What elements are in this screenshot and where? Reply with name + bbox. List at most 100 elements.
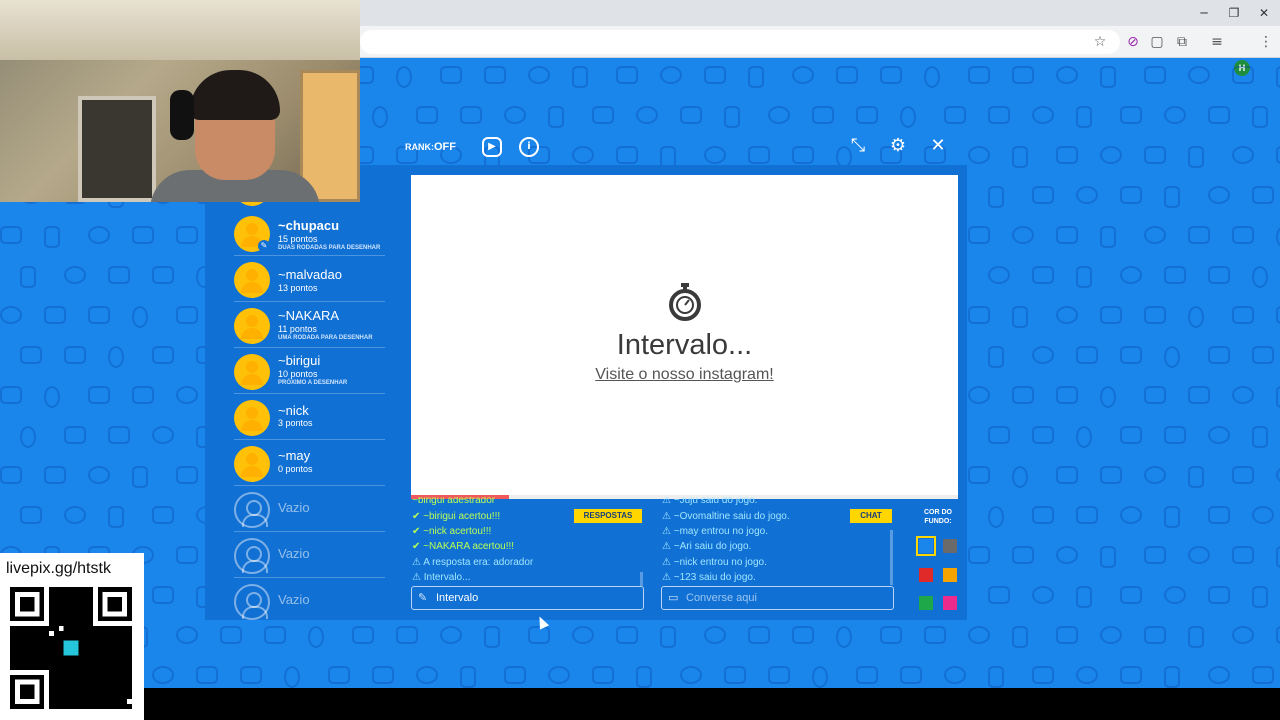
doodle-icon (484, 626, 500, 648)
doodle-icon (856, 666, 878, 684)
player-row[interactable]: ~NAKARA 11 pontos UMA RODADA PARA DESENH… (234, 302, 385, 348)
browser-menu-icon[interactable]: ⋮ (1256, 32, 1276, 52)
chat-tab-button[interactable]: CHAT (850, 509, 892, 523)
restore-button[interactable]: ❐ (1220, 5, 1248, 21)
doodle-icon (44, 466, 66, 484)
webcam-overlay (0, 0, 360, 202)
interval-title: Intervalo... (616, 329, 753, 361)
settings-gear-icon[interactable]: ⚙ (887, 135, 909, 157)
fullscreen-icon[interactable]: ⤡ (847, 135, 869, 157)
doodle-icon (440, 626, 462, 644)
answer-line: ~birigui adestrador (412, 497, 496, 506)
doodle-icon (1276, 626, 1280, 644)
doodle-icon (416, 106, 438, 124)
empty-slot-label: Vazio (278, 592, 310, 607)
doodle-icon (64, 346, 86, 364)
color-swatch-orange[interactable] (943, 568, 957, 582)
color-swatch-pink[interactable] (943, 596, 957, 610)
answers-tab-button[interactable]: RESPOSTAS (574, 509, 642, 523)
doodle-icon (20, 346, 42, 364)
player-row[interactable]: ✎ ~chupacu 15 pontos DUAS RODADAS PARA D… (234, 210, 385, 256)
doodle-icon (900, 106, 916, 128)
doodle-icon (1120, 666, 1142, 684)
doodle-icon (64, 506, 86, 524)
player-name: ~nick (278, 403, 309, 418)
drawing-board[interactable]: Intervalo... Visite o nosso instagram! (411, 175, 958, 495)
doodle-icon (1144, 386, 1166, 404)
doodle-icon (988, 506, 1004, 528)
info-icon[interactable]: i (519, 137, 539, 157)
doodle-icon (1208, 186, 1230, 204)
doodle-icon (284, 666, 300, 688)
bookmark-star-icon[interactable]: ☆ (1090, 32, 1110, 52)
color-swatch-red[interactable] (919, 568, 933, 582)
streamer (150, 70, 320, 202)
player-avatar (234, 308, 270, 344)
doodle-icon (1032, 506, 1054, 524)
doodle-icon (768, 666, 790, 684)
player-row[interactable]: ~birigui 10 pontos PRÓXIMO A DESENHAR (234, 348, 385, 394)
doodle-icon (1056, 146, 1078, 164)
doodle-icon (1120, 266, 1142, 284)
headset-icon (170, 90, 194, 140)
puzzle-extensions-icon[interactable]: ⧉ (1172, 32, 1192, 52)
doodle-icon (616, 146, 638, 164)
player-points: 15 pontos (278, 234, 318, 244)
rank-status[interactable]: RANK:OFF (405, 141, 456, 153)
extension-icon[interactable]: ▢ (1147, 32, 1167, 52)
doodle-icon (968, 386, 990, 404)
minimize-button[interactable]: ─ (1190, 5, 1218, 21)
close-game-icon[interactable]: ✕ (927, 135, 949, 157)
answers-scrollbar[interactable] (640, 572, 643, 586)
player-points: 10 pontos (278, 369, 318, 379)
doodle-icon (748, 66, 764, 88)
player-row[interactable]: ~nick 3 pontos (234, 394, 385, 440)
doodle-icon (616, 66, 638, 84)
player-points: 0 pontos (278, 464, 313, 474)
doodle-icon (1056, 306, 1078, 324)
doodle-icon (968, 466, 990, 484)
player-points: 11 pontos (278, 324, 317, 334)
chat-line: ⚠ ~Ari saiu do jogo. (662, 541, 752, 552)
doodle-icon (308, 626, 324, 648)
instagram-link[interactable]: Visite o nosso instagram! (411, 366, 958, 384)
doodle-icon (968, 226, 990, 244)
doodle-icon (1076, 186, 1098, 204)
doodle-icon (64, 266, 86, 284)
doodle-icon (152, 266, 174, 284)
doodle-icon (1252, 666, 1274, 684)
doodle-icon (132, 466, 148, 488)
empty-slot: Vazio (234, 532, 385, 578)
doodle-icon (988, 586, 1010, 604)
doodle-icon (812, 106, 834, 124)
doodle-icon (1276, 146, 1280, 164)
extension-block-icon[interactable]: ⊘ (1123, 32, 1143, 52)
webcam-door (78, 96, 156, 202)
media-control-icon[interactable]: ≡ (1207, 32, 1227, 52)
color-swatch-blue[interactable] (916, 536, 936, 556)
doodle-icon (988, 666, 1004, 688)
doodle-icon (660, 626, 676, 648)
doodle-icon (704, 66, 726, 84)
address-bar[interactable] (360, 30, 1120, 54)
answer-input[interactable]: ✎ Intervalo (411, 586, 644, 610)
doodle-icon (900, 666, 922, 684)
doodle-icon (1252, 426, 1268, 448)
player-row[interactable]: ~malvadao 13 pontos (234, 256, 385, 302)
color-swatch-gray[interactable] (943, 539, 957, 553)
player-avatar (234, 354, 270, 390)
doodle-icon (1120, 426, 1142, 444)
doodle-icon (1252, 506, 1274, 524)
chat-line: ⚠ ~Juju saiu do jogo. (662, 497, 758, 506)
color-swatch-green[interactable] (919, 596, 933, 610)
close-window-button[interactable]: ✕ (1250, 5, 1278, 21)
doodle-icon (1100, 66, 1116, 88)
player-row[interactable]: ~may 0 pontos (234, 440, 385, 486)
streamer-hair (190, 70, 280, 120)
video-play-icon[interactable]: ▶ (482, 137, 502, 157)
doodle-icon (1208, 586, 1230, 604)
doodle-icon (724, 106, 740, 128)
chat-scrollbar[interactable] (890, 530, 893, 585)
chat-input[interactable]: ▭ Converse aqui (661, 586, 894, 610)
doodle-icon (1208, 346, 1230, 364)
